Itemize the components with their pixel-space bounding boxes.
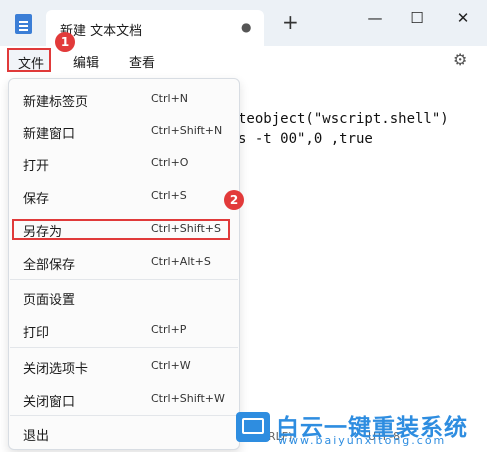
new-tab-button[interactable]: + [282,12,299,32]
menu-item-shortcut: Ctrl+S [151,189,187,202]
menu-item-open[interactable]: 打开 Ctrl+O [9,148,239,178]
menu-item-label: 新建标签页 [23,95,89,110]
menu-file[interactable]: 文件 [7,48,51,72]
menu-item-save[interactable]: 保存 Ctrl+S [9,181,239,211]
unsaved-dot-icon[interactable]: ● [241,20,251,34]
menu-bar: 文件 编辑 查看 ⚙ [0,46,487,76]
save-as-highlight-box [12,219,230,240]
menu-item-exit[interactable]: 退出 [9,418,239,448]
menu-item-label: 打印 [23,326,50,341]
watermark-url: www.baiyunxitong.com [278,434,447,447]
watermark-logo-icon [236,412,270,442]
menu-item-new-window[interactable]: 新建窗口 Ctrl+Shift+N [9,116,239,146]
settings-gear-icon[interactable]: ⚙ [453,50,467,69]
menu-view[interactable]: 查看 [129,52,155,71]
menu-item-save-all[interactable]: 全部保存 Ctrl+Alt+S [9,247,239,277]
notepad-app-icon [15,14,32,34]
menu-item-label: 打开 [23,159,50,174]
step-badge-1: 1 [55,32,75,52]
menu-item-print[interactable]: 打印 Ctrl+P [9,315,239,345]
menu-item-page-setup[interactable]: 页面设置 [9,282,239,312]
menu-separator [10,347,238,348]
maximize-button[interactable]: ☐ [397,6,437,30]
menu-item-label: 退出 [23,429,50,444]
menu-item-shortcut: Ctrl+O [151,156,189,169]
menu-item-shortcut: Ctrl+Shift+W [151,392,225,405]
minimize-button[interactable]: — [355,6,395,30]
menu-item-label: 关闭窗口 [23,395,76,410]
menu-item-label: 关闭选项卡 [23,362,89,377]
menu-item-close-window[interactable]: 关闭窗口 Ctrl+Shift+W [9,384,239,414]
step-badge-2: 2 [224,190,244,210]
editor-line-2: s -t 00",0 ,true [238,131,373,147]
menu-item-shortcut: Ctrl+W [151,359,191,372]
menu-item-shortcut: Ctrl+Alt+S [151,255,211,268]
menu-item-new-tab[interactable]: 新建标签页 Ctrl+N [9,84,239,114]
menu-item-label: 全部保存 [23,258,76,273]
menu-separator [10,415,238,416]
menu-item-close-tab[interactable]: 关闭选项卡 Ctrl+W [9,351,239,381]
document-tab[interactable]: 新建 文本文档 ● [46,10,264,46]
menu-item-shortcut: Ctrl+P [151,323,187,336]
menu-item-label: 新建窗口 [23,127,76,142]
file-menu-dropdown: 新建标签页 Ctrl+N 新建窗口 Ctrl+Shift+N 打开 Ctrl+O… [8,78,240,450]
menu-separator [10,279,238,280]
menu-item-shortcut: Ctrl+Shift+N [151,124,223,137]
menu-edit[interactable]: 编辑 [73,52,99,71]
editor-line-1: teobject("wscript.shell") [238,111,449,127]
menu-item-shortcut: Ctrl+N [151,92,189,105]
menu-item-label: 保存 [23,192,50,207]
close-button[interactable]: ✕ [443,6,483,30]
menu-file-label: 文件 [18,57,45,72]
menu-item-label: 页面设置 [23,293,76,308]
